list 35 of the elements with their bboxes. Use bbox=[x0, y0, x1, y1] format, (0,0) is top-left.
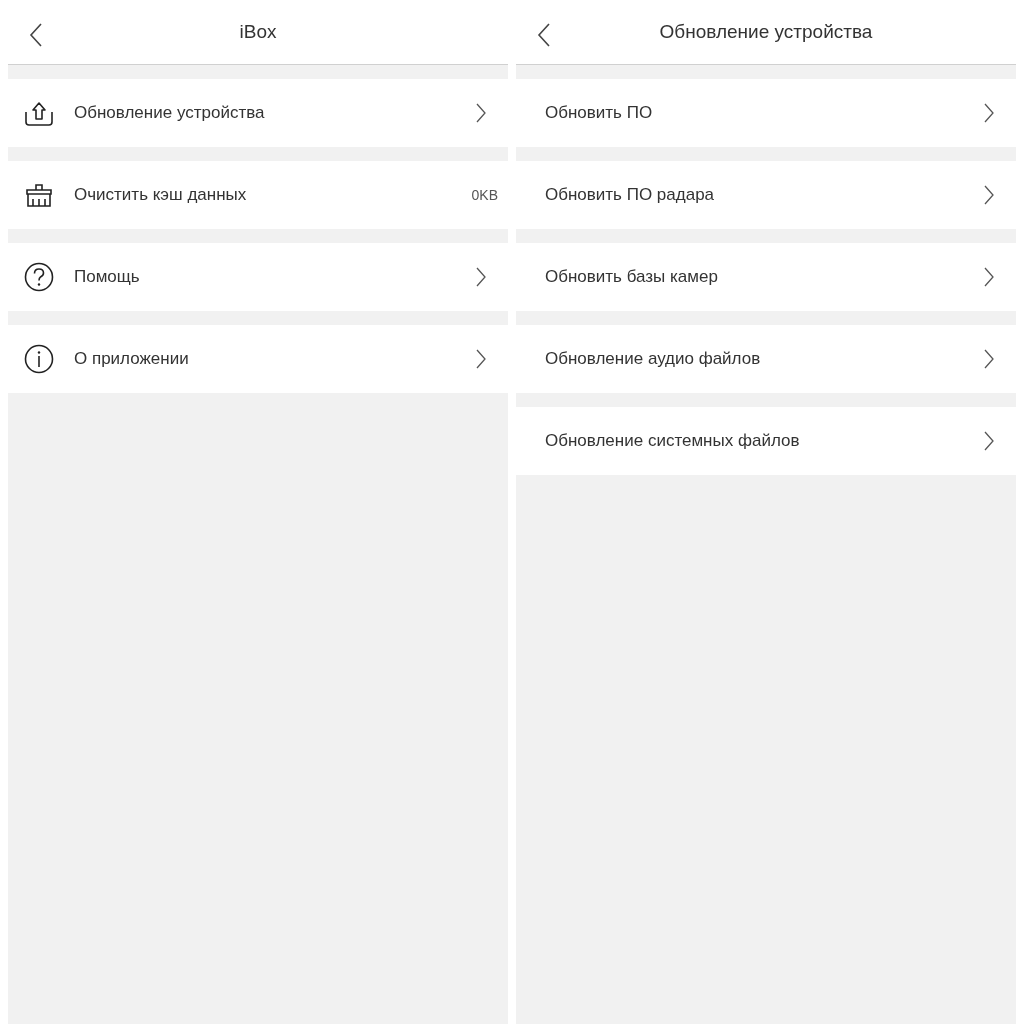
chevron-icon bbox=[476, 103, 486, 123]
item-label: Обновление аудио файлов bbox=[544, 349, 762, 369]
menu-item[interactable]: Обновить базы камер bbox=[516, 243, 1016, 311]
chevron-icon bbox=[984, 431, 994, 451]
screen-title: iBox bbox=[239, 21, 277, 43]
info-icon bbox=[24, 344, 54, 374]
menu-item[interactable]: Помощь bbox=[8, 243, 508, 311]
back-icon[interactable] bbox=[29, 23, 43, 47]
menu-item[interactable]: Обновление аудио файлов bbox=[516, 325, 1016, 393]
item-label: Обновление системных файлов bbox=[544, 431, 801, 451]
menu-item[interactable]: Очистить кэш данных 0KB bbox=[8, 161, 508, 229]
item-label: Обновить ПО радара bbox=[544, 185, 716, 205]
cache-size: 0KB bbox=[471, 187, 498, 203]
chevron-icon bbox=[984, 185, 994, 205]
screen-title: Обновление устройства bbox=[659, 21, 873, 43]
item-label: Обновление устройства bbox=[74, 103, 266, 123]
menu-item[interactable]: Обновление устройства bbox=[8, 79, 508, 147]
broom-icon bbox=[24, 182, 54, 208]
item-label: Обновить базы камер bbox=[544, 267, 719, 287]
chevron-icon bbox=[984, 103, 994, 123]
help-icon bbox=[24, 262, 54, 292]
chevron-icon bbox=[476, 349, 486, 369]
item-label: О приложении bbox=[74, 349, 190, 369]
item-label: Помощь bbox=[74, 267, 141, 287]
chevron-icon bbox=[984, 267, 994, 287]
menu-item[interactable]: Обновить ПО радара bbox=[516, 161, 1016, 229]
menu-item[interactable]: Обновить ПО bbox=[516, 79, 1016, 147]
chevron-icon bbox=[476, 267, 486, 287]
chevron-icon bbox=[984, 349, 994, 369]
menu-item[interactable]: Обновление системных файлов bbox=[516, 407, 1016, 475]
menu-item[interactable]: О приложении bbox=[8, 325, 508, 393]
item-label: Очистить кэш данных bbox=[74, 185, 248, 205]
back-icon[interactable] bbox=[537, 23, 551, 47]
upload-icon bbox=[24, 100, 54, 126]
item-label: Обновить ПО bbox=[544, 103, 654, 123]
